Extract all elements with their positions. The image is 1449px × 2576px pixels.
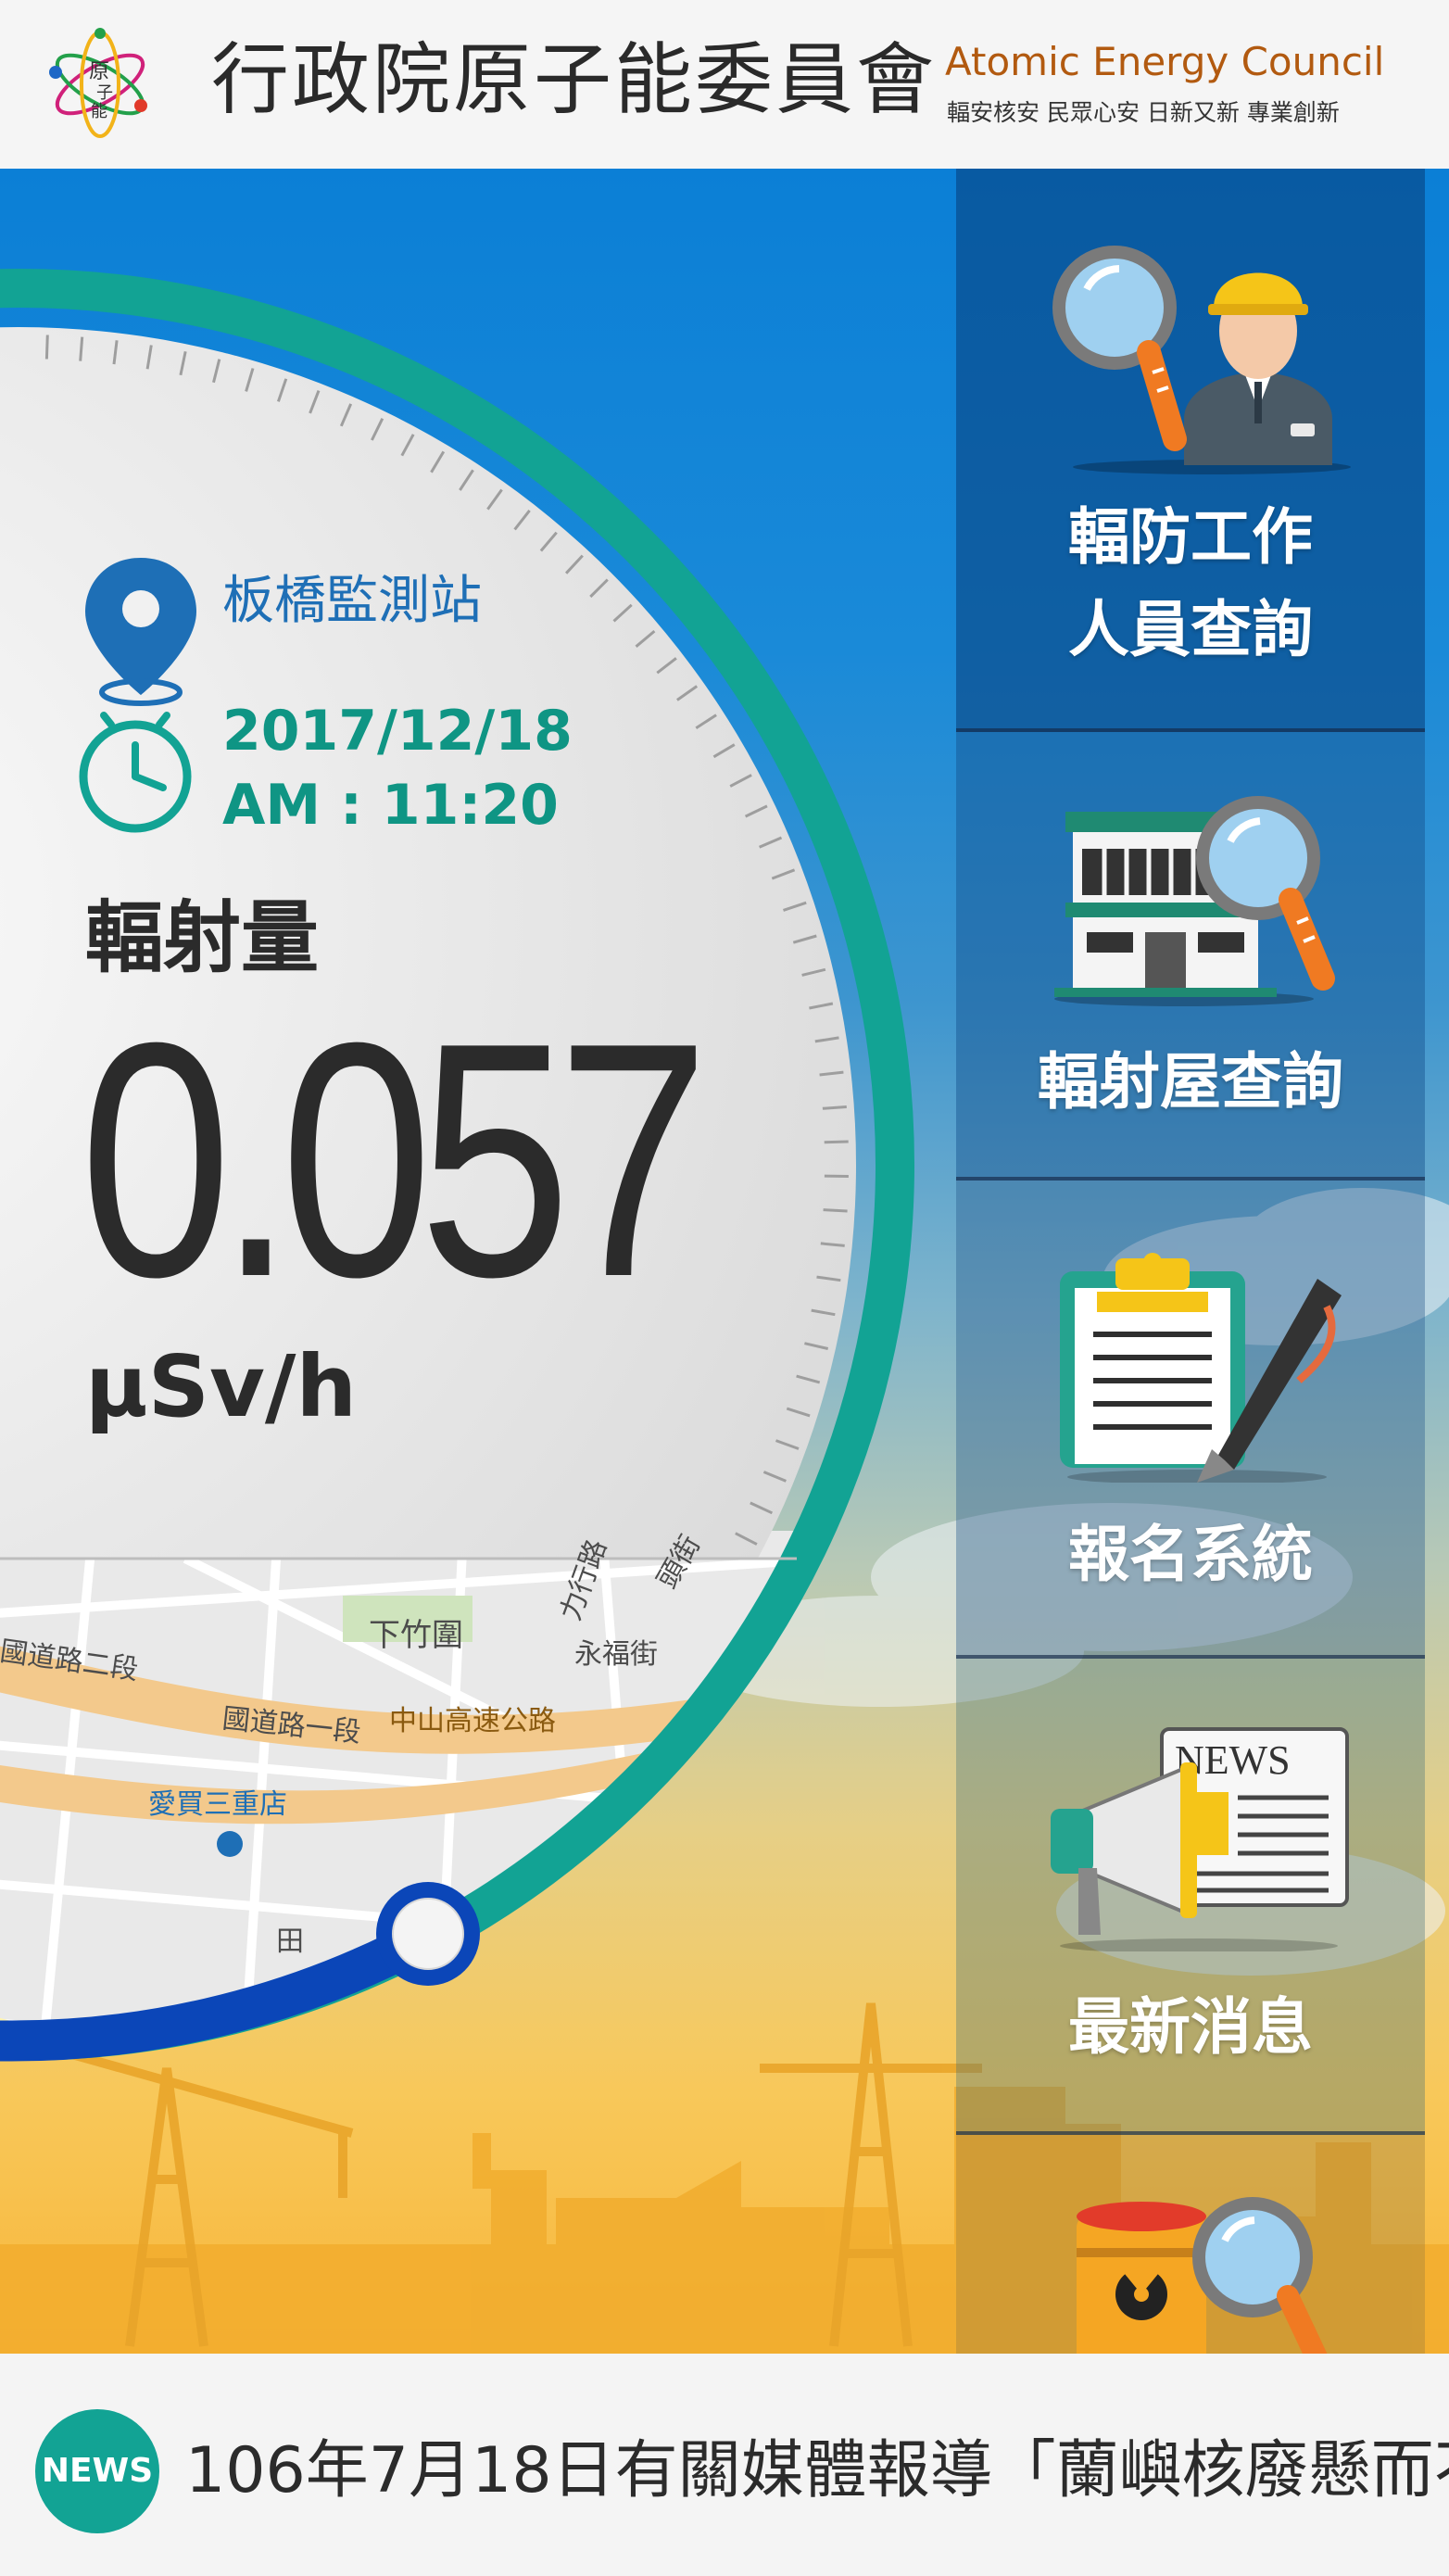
svg-text:子: 子 [96, 83, 113, 103]
gauge-tick [823, 1208, 848, 1213]
svg-text:能: 能 [91, 102, 107, 121]
org-name-zh: 行政院原子能委員會 [211, 34, 938, 125]
map-label: 田 [276, 1926, 304, 1958]
menu-label: 最新消息 [1068, 1991, 1313, 2063]
menu-label: 報名系統 [1068, 1519, 1313, 1590]
map-label: 愛買三重店 [148, 1788, 287, 1821]
menu-item-radiation-worker-query[interactable]: 輻防工作 人員查詢 [956, 169, 1425, 732]
measurement-date: 2017/12/18 [222, 699, 573, 764]
org-slogan: 輻安核安 民眾心安 日新又新 專業創新 [947, 99, 1340, 126]
news-ticker-text[interactable]: 106年7月18日有關媒體報導「蘭嶼核廢懸而不 [185, 2430, 1449, 2513]
menu-item-radioactive-waste[interactable] [956, 2135, 1425, 2354]
gauge-tick [824, 1140, 849, 1144]
news-megaphone-icon: NEWS [1051, 1727, 1349, 1951]
map-label: 永福街 [574, 1638, 658, 1671]
map-label: 中山高速公路 [389, 1705, 556, 1737]
gauge-tick [822, 1105, 847, 1110]
news-ticker-bar[interactable]: NEWS 106年7月18日有關媒體報導「蘭嶼核廢懸而不 [0, 2354, 1449, 2576]
news-badge: NEWS [35, 2409, 159, 2533]
measurement-time: AM : 11:20 [222, 773, 559, 838]
dose-unit: µSv/h [85, 1337, 358, 1436]
svg-text:原: 原 [89, 60, 109, 83]
clipboard-pen-icon [1060, 1253, 1342, 1483]
side-menu: 輻防工作 人員查詢 輻射屋查詢 報名系統 NEWS 最新消息 [956, 169, 1425, 2354]
main-scene: 板橋監測站 2017/12/18 AM : 11:20 輻射量 0.057 µS… [0, 169, 1449, 2354]
menu-item-registration-system[interactable]: 報名系統 [956, 1181, 1425, 1659]
aec-logo-icon: 原 子 能 [49, 28, 147, 138]
dose-label: 輻射量 [85, 892, 320, 983]
gauge-tick [79, 336, 84, 361]
station-name: 板橋監測站 [222, 571, 482, 631]
map-label: 下竹圍 [369, 1617, 463, 1654]
menu-label: 輻防工作 [1068, 501, 1313, 573]
menu-item-radiation-house-query[interactable]: 輻射屋查詢 [956, 732, 1425, 1181]
house-magnifier-icon [1054, 796, 1335, 1006]
app-header: 原 子 能 行政院原子能委員會 Atomic Energy Council 輻安… [0, 0, 1449, 170]
menu-item-latest-news[interactable]: NEWS 最新消息 [956, 1659, 1425, 2135]
radioactive-barrel-magnifier-icon [1077, 2197, 1328, 2354]
dose-value: 0.057 [80, 974, 710, 1346]
gauge-tick [44, 335, 49, 360]
menu-label: 輻射屋查詢 [1038, 1046, 1343, 1118]
inspector-magnifier-icon [1052, 246, 1351, 474]
org-name-en: Atomic Energy Council [945, 39, 1385, 84]
menu-label: 人員查詢 [1068, 594, 1313, 665]
